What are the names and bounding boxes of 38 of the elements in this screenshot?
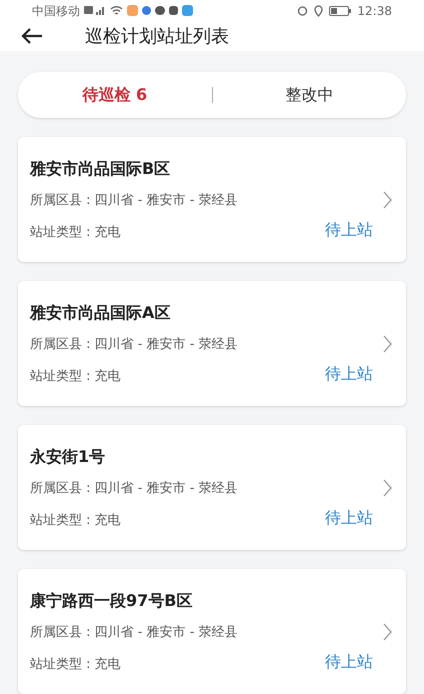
site-type-text: 站址类型 : 充电 <box>30 224 121 242</box>
status-text: 待上站 <box>325 363 373 386</box>
site-card[interactable]: 康宁路西一段97号B区 所属区县 : 四川省 - 雅安市 - 荥经县 站址类型 : 充电 待上站 <box>18 569 406 694</box>
chevron-right-icon <box>383 334 392 352</box>
back-arrow-icon <box>21 27 43 46</box>
app-icon <box>142 6 151 16</box>
status-text: 待上站 <box>325 651 373 674</box>
status-text: 待上站 <box>325 507 373 530</box>
carrier-label: 中国移动 <box>32 2 80 20</box>
district-text: 所属区县 : 四川省 - 雅安市 - 荥经县 <box>30 336 239 354</box>
site-name: 雅安市尚品国际A区 <box>30 302 172 324</box>
site-card[interactable]: 雅安市尚品国际A区 所属区县 : 四川省 - 雅安市 - 荥经县 站址类型 : 充电 待上站 <box>18 281 406 406</box>
tab[interactable]: 整改中 <box>212 83 406 107</box>
alarm-icon <box>297 5 308 16</box>
district-text: 所属区县 : 四川省 - 雅安市 - 荥经县 <box>30 192 239 210</box>
signal-icon <box>84 5 106 16</box>
site-type-text: 站址类型 : 充电 <box>30 368 121 386</box>
district-text: 所属区县 : 四川省 - 雅安市 - 荥经县 <box>30 624 239 642</box>
site-name: 康宁路西一段97号B区 <box>30 590 194 612</box>
site-card[interactable]: 雅安市尚品国际B区 所属区县 : 四川省 - 雅安市 - 荥经县 站址类型 : 充电 待上站 <box>18 137 406 262</box>
battery-icon <box>329 6 352 16</box>
chevron-right-icon <box>383 478 392 496</box>
site-name: 永安街1号 <box>30 446 106 468</box>
chevron-right-icon <box>383 190 392 208</box>
chevron-right-icon <box>383 622 392 640</box>
site-card[interactable]: 永安街1号 所属区县 : 四川省 - 雅安市 - 荥经县 站址类型 : 充电 待上站 <box>18 425 406 550</box>
tab[interactable]: 待巡检 6 <box>18 83 212 107</box>
site-type-text: 站址类型 : 充电 <box>30 512 121 530</box>
site-name: 雅安市尚品国际B区 <box>30 158 172 180</box>
location-icon <box>314 4 324 17</box>
status-text: 待上站 <box>325 219 373 242</box>
clock-time: 12:38 <box>357 2 392 20</box>
app-icon <box>182 5 193 16</box>
app-icon <box>127 5 138 16</box>
district-text: 所属区县 : 四川省 - 雅安市 - 荥经县 <box>30 480 239 498</box>
site-type-text: 站址类型 : 充电 <box>30 656 121 674</box>
wifi-icon <box>110 5 123 16</box>
page-title: 巡检计划站址列表 <box>85 24 229 49</box>
